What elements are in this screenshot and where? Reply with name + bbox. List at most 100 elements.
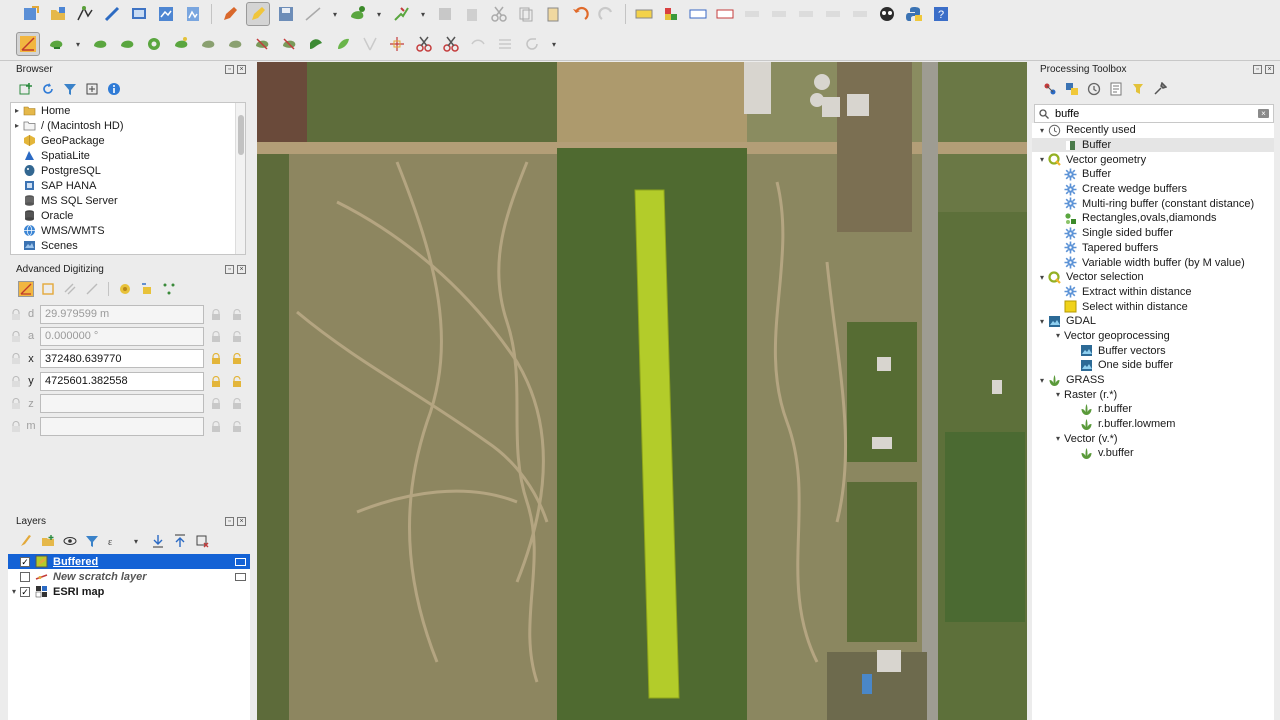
vertex-edit-icon[interactable] (74, 3, 96, 25)
toolbox-item-buffer-vectors[interactable]: Buffer vectors (1032, 343, 1274, 358)
scissors-icon[interactable] (413, 33, 435, 55)
clear-search-icon[interactable]: × (1258, 109, 1269, 118)
chevron-down-icon[interactable]: ▾ (8, 587, 20, 596)
toolbox-item-r-buffer-lowmem[interactable]: r.buffer.lowmem (1032, 417, 1274, 432)
dropdown-arrow-icon[interactable]: ▾ (72, 33, 84, 55)
layer-visibility-checkbox[interactable]: ✓ (20, 556, 30, 567)
filter-icon[interactable] (62, 81, 78, 97)
chevron-down-icon[interactable]: ▾ (1036, 273, 1048, 282)
add-polygon-icon[interactable] (346, 3, 368, 25)
toolbox-item-single-sided-buffer[interactable]: Single sided buffer (1032, 226, 1274, 241)
rotate-feature-icon[interactable] (521, 33, 543, 55)
repeat-lock-icon[interactable] (231, 420, 243, 432)
merge-attributes-icon[interactable] (332, 33, 354, 55)
close-panel-button[interactable]: × (237, 517, 246, 526)
pin-labels-icon[interactable] (741, 3, 763, 25)
info-icon[interactable] (106, 81, 122, 97)
enable-adv-digitizing-icon[interactable] (18, 281, 34, 297)
browser-item-scenes[interactable]: Scenes (11, 238, 245, 253)
float-panel-button[interactable]: ▫ (1253, 65, 1262, 74)
float-panel-button[interactable]: ▫ (225, 265, 234, 274)
toolbox-search[interactable]: × (1034, 104, 1274, 123)
layer-indicator-icon[interactable] (235, 572, 246, 581)
lock-icon[interactable] (210, 308, 222, 320)
constraint-lock-icon[interactable] (10, 420, 22, 432)
lock-icon[interactable] (210, 330, 222, 342)
toolbox-item-v-buffer[interactable]: v.buffer (1032, 446, 1274, 461)
browser-scrollbar[interactable] (235, 103, 245, 254)
simplify-icon[interactable] (386, 33, 408, 55)
trim-extend-icon[interactable] (494, 33, 516, 55)
add-selected-layers-icon[interactable] (18, 81, 34, 97)
rotate-label-icon[interactable] (822, 3, 844, 25)
redo-icon[interactable] (596, 3, 618, 25)
dropdown-arrow-icon[interactable]: ▾ (373, 3, 385, 25)
python-scripts-icon[interactable] (1064, 81, 1080, 97)
toggle-editing-icon[interactable] (246, 2, 270, 26)
add-group-icon[interactable] (40, 533, 56, 549)
toolbox-item-buffer[interactable]: Buffer (1032, 137, 1274, 153)
float-panel-button[interactable]: ▫ (225, 517, 234, 526)
abc-label-icon[interactable] (687, 3, 709, 25)
constraint-lock-icon[interactable] (10, 398, 22, 410)
reshape-icon[interactable] (197, 33, 219, 55)
browser-item-geopackage[interactable]: GeoPackage (11, 133, 245, 148)
move-label-icon[interactable] (795, 3, 817, 25)
measure-icon[interactable] (101, 3, 123, 25)
toolbox-item-multi-ring-buffer-constant-distance[interactable]: Multi-ring buffer (constant distance) (1032, 196, 1274, 211)
edit-pencil-icon[interactable] (219, 3, 241, 25)
toolbox-item-recently-used[interactable]: ▾ Recently used (1032, 123, 1274, 138)
toolbox-search-input[interactable] (1055, 107, 1245, 120)
lock-icon[interactable] (210, 375, 222, 387)
history-icon[interactable] (1086, 81, 1102, 97)
chevron-down-icon[interactable]: ▾ (1052, 434, 1064, 443)
toolbox-item-vector-selection[interactable]: ▾ Vector selection (1032, 270, 1274, 285)
style-manager-icon[interactable] (18, 533, 34, 549)
snapping-settings-icon[interactable] (117, 281, 133, 297)
toolbox-item-raster-r[interactable]: ▾ Raster (r.*) (1032, 387, 1274, 402)
options-icon[interactable] (1152, 81, 1168, 97)
remove-layer-icon[interactable] (194, 533, 210, 549)
repeat-lock-icon[interactable] (231, 330, 243, 342)
toolbox-item-vector-geometry[interactable]: ▾ Vector geometry (1032, 152, 1274, 167)
show-labels-icon[interactable] (768, 3, 790, 25)
style-icon[interactable] (660, 3, 682, 25)
repeat-lock-icon[interactable] (231, 308, 243, 320)
browser-item-wms-wmts[interactable]: WMS/WMTS (11, 223, 245, 238)
field-input-z[interactable] (40, 394, 204, 414)
layout-icon[interactable] (155, 3, 177, 25)
browser-item-spatialite[interactable]: SpatiaLite (11, 148, 245, 163)
lock-icon[interactable] (210, 353, 222, 365)
layer-row-esri-map[interactable]: ▾ ✓ ESRI map (8, 584, 250, 599)
results-viewer-icon[interactable] (1108, 81, 1124, 97)
close-panel-button[interactable]: × (237, 265, 246, 274)
expand-all-icon[interactable] (150, 533, 166, 549)
toolbox-item-r-buffer[interactable]: r.buffer (1032, 402, 1274, 417)
chevron-down-icon[interactable]: ▾ (1052, 390, 1064, 399)
toolbox-item-vector-geoprocessing[interactable]: ▾ Vector geoprocessing (1032, 329, 1274, 344)
layer-row-new-scratch-layer[interactable]: New scratch layer (8, 569, 250, 584)
abc-diagram-icon[interactable] (714, 3, 736, 25)
plugin-icon[interactable] (876, 3, 898, 25)
toolbox-item-tapered-buffers[interactable]: Tapered buffers (1032, 241, 1274, 256)
cut-icon[interactable] (488, 3, 510, 25)
python-icon[interactable] (903, 3, 925, 25)
vertex-tool-icon[interactable] (390, 3, 412, 25)
merge-features-icon[interactable] (305, 33, 327, 55)
floater-icon[interactable] (139, 281, 155, 297)
chevron-right-icon[interactable]: ▸ (11, 121, 23, 130)
buffered-feature[interactable] (257, 62, 1027, 720)
new-project-icon[interactable] (20, 3, 42, 25)
save-edits-icon[interactable] (275, 3, 297, 25)
field-input-x[interactable] (40, 349, 204, 369)
construction-mode-icon[interactable] (40, 281, 56, 297)
undo-icon[interactable] (569, 3, 591, 25)
lock-icon[interactable] (210, 420, 222, 432)
dropdown-arrow-icon[interactable]: ▾ (548, 33, 560, 55)
constraint-lock-icon[interactable] (10, 330, 22, 342)
rotate-point-icon[interactable] (359, 33, 381, 55)
lock-icon[interactable] (210, 398, 222, 410)
close-panel-button[interactable]: × (237, 65, 246, 74)
split-parts-icon[interactable] (251, 33, 273, 55)
layer-indicator-icon[interactable] (235, 557, 246, 566)
